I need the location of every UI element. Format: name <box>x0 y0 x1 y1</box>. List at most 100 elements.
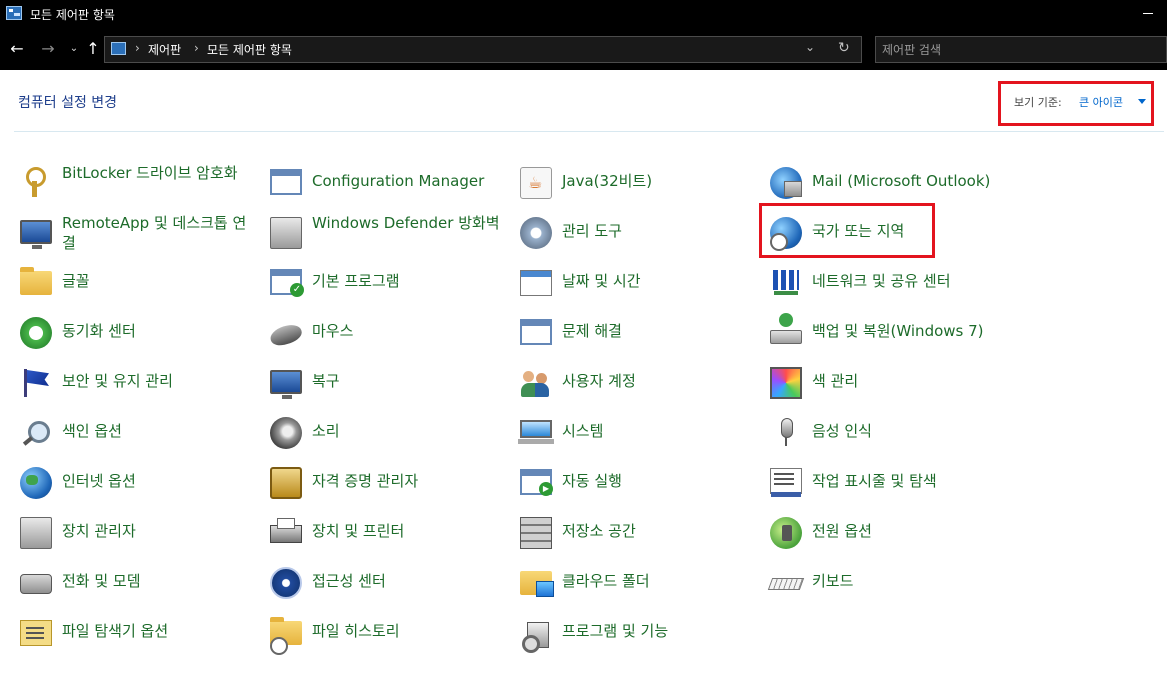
breadcrumb-control-panel[interactable]: 제어판 <box>148 41 181 58</box>
control-panel-item-system[interactable]: 시스템 <box>518 408 754 454</box>
control-panel-location-icon <box>111 42 126 55</box>
autoplay-icon <box>520 469 553 496</box>
window-title: 모든 제어판 항목 <box>30 8 115 22</box>
java-icon <box>520 167 552 199</box>
control-panel-item-admin-tools[interactable]: 관리 도구 <box>518 208 754 254</box>
control-panel-item-firewall[interactable]: Windows Defender 방화벽 <box>268 208 504 254</box>
control-panel-item-programs-features[interactable]: 프로그램 및 기능 <box>518 608 754 654</box>
control-panel-item-autoplay[interactable]: 자동 실행 <box>518 458 754 504</box>
breadcrumb-all-items[interactable]: 모든 제어판 항목 <box>207 41 292 58</box>
control-panel-item-date-time[interactable]: 날짜 및 시간 <box>518 258 754 304</box>
item-label: RemoteApp 및 데스크톱 연결 <box>62 214 247 252</box>
control-panel-item-security-maintenance[interactable]: 보안 및 유지 관리 <box>18 358 254 404</box>
search-input[interactable] <box>882 41 1152 59</box>
item-label: 접근성 센터 <box>312 572 386 590</box>
control-panel-item-indexing-options[interactable]: 색인 옵션 <box>18 408 254 454</box>
sync-center-icon <box>20 317 52 349</box>
address-bar[interactable]: › 제어판 › 모든 제어판 항목 ⌄ ↻ <box>104 36 862 63</box>
system-icon <box>518 420 554 444</box>
control-panel-item-default-programs[interactable]: 기본 프로그램 <box>268 258 504 304</box>
control-panel-item-file-explorer-options[interactable]: 파일 탐색기 옵션 <box>18 608 254 654</box>
power-options-icon <box>770 517 802 549</box>
item-label: 키보드 <box>812 572 854 590</box>
item-label: 시스템 <box>562 422 604 440</box>
internet-options-icon <box>20 467 52 499</box>
view-by-highlight: 보기 기준: 큰 아이콘 <box>998 81 1154 126</box>
up-button[interactable]: ↑ <box>82 38 104 60</box>
refresh-icon[interactable]: ↻ <box>838 40 850 56</box>
control-panel-item-recovery[interactable]: 복구 <box>268 358 504 404</box>
region-highlight <box>759 203 935 258</box>
control-panel-item-mouse[interactable]: 마우스 <box>268 308 504 354</box>
device-manager-icon <box>20 517 52 549</box>
control-panel-item-cloud-folders[interactable]: 클라우드 폴더 <box>518 558 754 604</box>
item-label: 파일 히스토리 <box>312 622 400 640</box>
configuration-manager-icon <box>270 169 302 195</box>
control-panel-item-fonts[interactable]: 글꼴 <box>18 258 254 304</box>
item-label: 프로그램 및 기능 <box>562 622 669 640</box>
item-label: 글꼴 <box>62 272 90 290</box>
recovery-icon <box>270 370 302 399</box>
control-panel-item-bitlocker[interactable]: BitLocker 드라이브 암호화 <box>18 158 254 204</box>
control-panel-item-troubleshooting[interactable]: 문제 해결 <box>518 308 754 354</box>
control-panel-item-network-sharing[interactable]: 네트워크 및 공유 센터 <box>768 258 1004 304</box>
admin-tools-icon <box>520 217 552 249</box>
view-by-dropdown[interactable]: 큰 아이콘 <box>1079 94 1123 110</box>
item-label: 보안 및 유지 관리 <box>62 372 173 390</box>
item-label: Mail (Microsoft Outlook) <box>812 172 991 190</box>
address-dropdown-icon[interactable]: ⌄ <box>805 40 815 54</box>
control-panel-item-java[interactable]: Java(32비트) <box>518 158 754 204</box>
control-panel-item-file-history[interactable]: 파일 히스토리 <box>268 608 504 655</box>
control-panel-item-ease-of-access[interactable]: 접근성 센터 <box>268 558 504 604</box>
control-panel-item-internet-options[interactable]: 인터넷 옵션 <box>18 458 254 504</box>
item-label: 인터넷 옵션 <box>62 472 136 490</box>
control-panel-item-power-options[interactable]: 전원 옵션 <box>768 508 1004 554</box>
default-programs-icon <box>270 269 304 297</box>
taskbar-icon <box>770 468 802 497</box>
item-label: 전원 옵션 <box>812 522 872 540</box>
control-panel-item-backup-restore[interactable]: 백업 및 복원(Windows 7) <box>768 308 1004 354</box>
back-button[interactable]: ← <box>6 38 28 60</box>
control-panel-item-taskbar-navigation[interactable]: 작업 표시줄 및 탐색 <box>768 458 1004 504</box>
control-panel-item-configuration-manager[interactable]: Configuration Manager <box>268 158 504 204</box>
item-label: BitLocker 드라이브 암호화 <box>62 164 238 182</box>
control-panel-item-sound[interactable]: 소리 <box>268 408 504 454</box>
phone-modem-icon <box>20 574 52 594</box>
item-label: 동기화 센터 <box>62 322 136 340</box>
control-panel-item-color-management[interactable]: 색 관리 <box>768 358 1004 404</box>
credential-manager-icon <box>270 467 302 499</box>
network-icon <box>770 267 802 299</box>
item-label: 장치 관리자 <box>62 522 136 540</box>
item-label: 파일 탐색기 옵션 <box>62 622 169 640</box>
control-panel-item-devices-printers[interactable]: 장치 및 프린터 <box>268 508 504 554</box>
font-folder-icon <box>20 267 52 295</box>
date-time-icon <box>520 270 552 296</box>
printer-icon <box>270 518 302 543</box>
minimize-button[interactable] <box>1138 5 1160 21</box>
control-panel-item-sync-center[interactable]: 동기화 센터 <box>18 308 254 354</box>
control-panel-item-remoteapp[interactable]: RemoteApp 및 데스크톱 연결 <box>18 208 254 254</box>
control-panel-item-storage-spaces[interactable]: 저장소 공간 <box>518 508 754 554</box>
control-panel-item-speech-recognition[interactable]: 음성 인식 <box>768 408 1004 454</box>
control-panel-item-user-accounts[interactable]: 사용자 계정 <box>518 358 754 404</box>
control-panel-item-mail[interactable]: Mail (Microsoft Outlook) <box>768 158 1004 204</box>
control-panel-item-device-manager[interactable]: 장치 관리자 <box>18 508 254 554</box>
indexing-icon <box>20 417 52 449</box>
remote-desktop-icon <box>20 220 52 249</box>
color-management-icon <box>770 367 802 399</box>
control-panel-item-phone-modem[interactable]: 전화 및 모뎀 <box>18 558 254 604</box>
item-label: 마우스 <box>312 322 354 340</box>
control-panel-icon <box>6 6 22 20</box>
forward-button[interactable]: → <box>37 38 59 60</box>
search-box[interactable] <box>875 36 1167 63</box>
file-history-icon <box>270 617 302 655</box>
control-panel-item-keyboard[interactable]: 키보드 <box>767 558 1004 604</box>
item-label: 저장소 공간 <box>562 522 636 540</box>
mail-icon <box>770 167 802 199</box>
control-panel-item-credential-manager[interactable]: 자격 증명 관리자 <box>268 458 504 504</box>
file-explorer-options-icon <box>20 620 52 646</box>
item-label: 전화 및 모뎀 <box>62 572 141 590</box>
breadcrumb-separator: › <box>194 41 199 55</box>
chevron-down-icon[interactable] <box>1138 99 1146 104</box>
security-flag-icon <box>20 367 52 399</box>
